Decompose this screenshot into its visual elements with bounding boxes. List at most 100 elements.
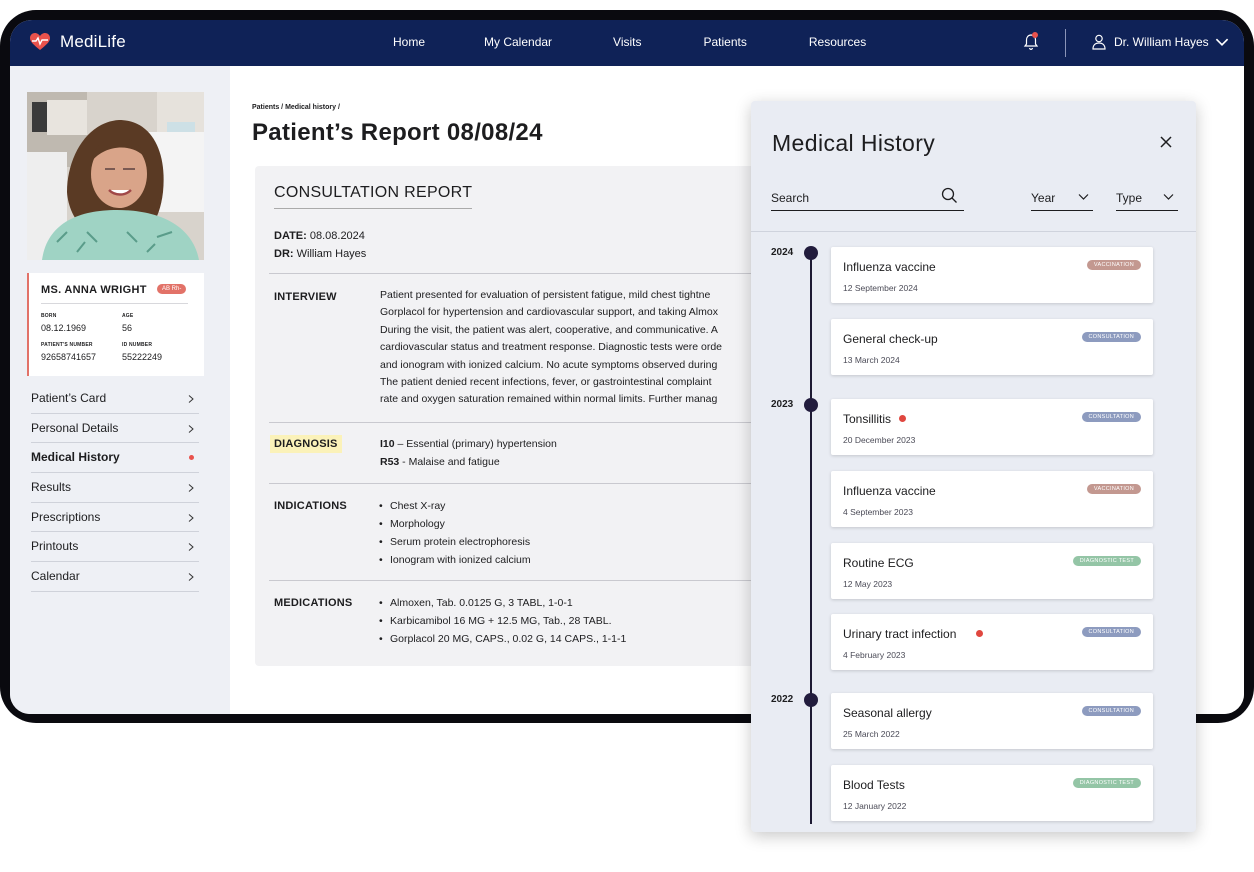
heart-pulse-icon <box>30 33 50 50</box>
born-label: BORN <box>41 313 57 319</box>
history-entry[interactable]: General check-up 13 March 2024 CONSULTAT… <box>831 319 1153 375</box>
interview-line: rate and oxygen saturation remained with… <box>380 393 718 406</box>
history-entry[interactable]: Blood Tests 12 January 2022 DIAGNOSTIC T… <box>831 765 1153 821</box>
menu-item-prescriptions[interactable]: Prescriptions <box>31 503 199 533</box>
menu-item-label: Medical History <box>31 450 120 465</box>
history-entry[interactable]: Influenza vaccine 4 September 2023 VACCI… <box>831 471 1153 527</box>
report-date: 08.08.2024 <box>309 230 365 242</box>
type-badge: VACCINATION <box>1086 484 1141 494</box>
entry-title-text: Influenza vaccine <box>843 484 936 498</box>
breadcrumb[interactable]: Patients / Medical history / <box>252 104 340 111</box>
entry-title: Urinary tract infection <box>843 627 984 641</box>
entry-title-text: Influenza vaccine <box>843 260 936 274</box>
menu-item-printouts[interactable]: Printouts <box>31 532 199 563</box>
list-item: Chest X-ray <box>379 497 531 515</box>
patient-number-label: PATIENT'S NUMBER <box>41 342 93 348</box>
nav-resources[interactable]: Resources <box>809 35 866 49</box>
patient-name: MS. ANNA WRIGHT <box>41 284 147 296</box>
timeline-year: 2022 <box>771 694 794 705</box>
chevron-right-icon <box>188 484 194 492</box>
close-icon[interactable] <box>1159 135 1173 149</box>
patient-menu: Patient’s Card Personal Details Medical … <box>31 384 199 592</box>
interview-line: Patient presented for evaluation of pers… <box>380 289 711 301</box>
age-value: 56 <box>122 323 133 333</box>
panel-title: Medical History <box>772 130 936 156</box>
type-badge: CONSULTATION <box>1081 706 1141 716</box>
type-filter-select[interactable]: Type <box>1116 183 1178 211</box>
panel-divider <box>751 231 1196 232</box>
medical-history-panel: Medical History Search Year Type 2024 20… <box>751 101 1196 832</box>
nav-my-calendar[interactable]: My Calendar <box>484 35 552 49</box>
interview-label: INTERVIEW <box>274 291 337 303</box>
report-doctor: William Hayes <box>296 248 367 260</box>
medications-list: Almoxen, Tab. 0.0125 G, 3 TABL, 1-0-1 Ka… <box>379 594 626 648</box>
year-filter-select[interactable]: Year <box>1031 183 1093 211</box>
patient-card: MS. ANNA WRIGHT AB Rh- BORN 08.12.1969 A… <box>27 273 204 376</box>
interview-line: Gorplacol for hypertension and cardiovas… <box>380 306 718 319</box>
menu-item-medical-history[interactable]: Medical History <box>31 443 199 474</box>
history-entry[interactable]: Influenza vaccine 12 September 2024 VACC… <box>831 247 1153 303</box>
nav-divider <box>1065 29 1066 57</box>
list-item: Almoxen, Tab. 0.0125 G, 3 TABL, 1-0-1 <box>379 594 626 612</box>
menu-item-calendar[interactable]: Calendar <box>31 562 199 592</box>
menu-item-personal-details[interactable]: Personal Details <box>31 414 199 444</box>
section-divider <box>269 483 755 484</box>
interview-line: cardiovascular status and treatment resp… <box>380 341 723 354</box>
history-entry[interactable]: Tonsillitis 20 December 2023 CONSULTATIO… <box>831 399 1153 455</box>
entry-title-text: Urinary tract infection <box>843 627 957 641</box>
chevron-right-icon <box>188 543 194 552</box>
entry-title: Influenza vaccine <box>843 260 936 274</box>
section-divider <box>269 273 755 274</box>
id-number-field: ID NUMBER 55222249 <box>122 342 162 362</box>
user-menu[interactable]: Dr. William Hayes <box>1092 34 1237 50</box>
interview-line: The patient denied recent infections, fe… <box>380 376 712 389</box>
entry-date: 12 January 2022 <box>843 801 907 811</box>
user-icon <box>1092 34 1106 50</box>
interview-line: and ionogram with ionized calcium. No ac… <box>380 358 718 371</box>
timeline-year: 2024 <box>771 247 794 258</box>
section-divider <box>269 580 755 581</box>
list-item: Karbicamibol 16 MG + 12.5 MG, Tab., 28 T… <box>379 612 626 630</box>
born-field: BORN 08.12.1969 <box>41 313 86 333</box>
entry-title-text: Routine ECG <box>843 556 914 570</box>
entry-title: General check-up <box>843 332 938 346</box>
nav-visits[interactable]: Visits <box>613 35 641 49</box>
patient-number-field: PATIENT'S NUMBER 92658741657 <box>41 342 96 362</box>
year-filter-label: Year <box>1031 191 1056 205</box>
search-input[interactable]: Search <box>771 183 964 211</box>
entry-title-text: Blood Tests <box>843 778 905 792</box>
list-item: Gorplacol 20 MG, CAPS., 0.02 G, 14 CAPS.… <box>379 630 626 648</box>
timeline-dot <box>804 693 818 707</box>
list-item: Serum protein electrophoresis <box>379 533 531 551</box>
timeline-line <box>810 252 812 824</box>
search-placeholder: Search <box>771 191 810 205</box>
entry-title: Routine ECG <box>843 556 914 570</box>
timeline-dot <box>804 246 818 260</box>
type-filter-label: Type <box>1116 191 1143 205</box>
interview-text: Patient presented for evaluation of pers… <box>380 287 755 409</box>
card-divider <box>41 303 188 304</box>
history-entry[interactable]: Seasonal allergy 25 March 2022 CONSULTAT… <box>831 693 1153 749</box>
page-title: Patient’s Report 08/08/24 <box>252 119 543 146</box>
consultation-report: CONSULTATION REPORT DATE: 08.08.2024 DR:… <box>255 166 755 666</box>
history-entry[interactable]: Routine ECG 12 May 2023 DIAGNOSTIC TEST <box>831 543 1153 599</box>
diagnosis-label: DIAGNOSIS <box>270 435 342 453</box>
type-badge: CONSULTATION <box>1081 627 1141 637</box>
entry-date: 25 March 2022 <box>843 729 900 739</box>
timeline-dot <box>804 398 818 412</box>
nav-home[interactable]: Home <box>393 35 425 49</box>
logo[interactable]: MediLife <box>30 32 126 52</box>
main-menu: Home My Calendar Visits Patients Resourc… <box>393 35 866 49</box>
entry-title-text: Tonsillitis <box>843 412 892 426</box>
nav-patients[interactable]: Patients <box>704 35 747 49</box>
medications-label: MEDICATIONS <box>274 597 353 609</box>
blood-type-badge: AB Rh- <box>157 284 187 294</box>
menu-item-results[interactable]: Results <box>31 473 199 503</box>
chevron-down-icon <box>1215 38 1228 46</box>
diagnosis-code: R53 <box>380 456 400 468</box>
entry-date: 13 March 2024 <box>843 355 900 365</box>
entry-title-text: Seasonal allergy <box>843 706 932 720</box>
menu-item-label: Calendar <box>31 569 80 584</box>
menu-item-patients-card[interactable]: Patient’s Card <box>31 384 199 414</box>
history-entry[interactable]: Urinary tract infection 4 February 2023 … <box>831 614 1153 670</box>
